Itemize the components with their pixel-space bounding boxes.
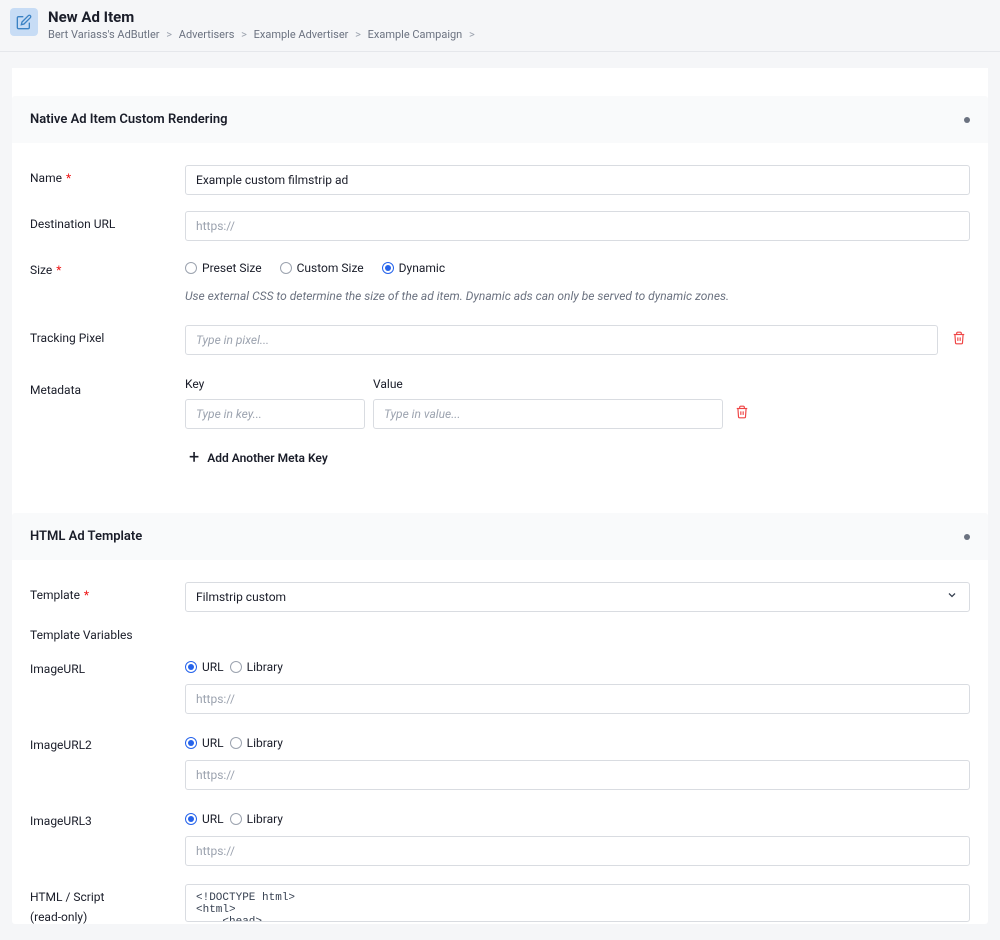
size-hint: Use external CSS to determine the size o… [185, 289, 970, 303]
edit-icon [10, 8, 38, 36]
imageurl2-url-radio[interactable]: URL [185, 736, 224, 750]
template-label: Template * [30, 582, 185, 602]
page-title: New Ad Item [48, 8, 986, 26]
imageurl2-label: ImageURL2 [30, 732, 185, 752]
section-header-template: HTML Ad Template [12, 513, 988, 560]
breadcrumb-item[interactable]: Advertisers [179, 28, 235, 41]
imageurl3-url-radio[interactable]: URL [185, 812, 224, 826]
imageurl-url-radio[interactable]: URL [185, 660, 224, 674]
imageurl2-input[interactable] [185, 760, 970, 790]
size-custom-radio[interactable]: Custom Size [280, 261, 364, 275]
section-title: HTML Ad Template [30, 529, 142, 544]
metadata-key-header: Key [185, 377, 365, 391]
page-header: New Ad Item Bert Variass's AdButler > Ad… [0, 0, 1000, 52]
imageurl-input[interactable] [185, 684, 970, 714]
imageurl-label: ImageURL [30, 656, 185, 676]
html-script-area: <!DOCTYPE html> <html> <head> [185, 884, 970, 922]
metadata-value-input[interactable] [373, 399, 723, 429]
imageurl3-label: ImageURL3 [30, 808, 185, 828]
size-preset-radio[interactable]: Preset Size [185, 261, 262, 275]
delete-metadata-button[interactable] [731, 401, 753, 427]
destination-url-label: Destination URL [30, 211, 185, 231]
html-script-label: HTML / Script (read-only) [30, 884, 185, 924]
size-dynamic-radio[interactable]: Dynamic [382, 261, 445, 275]
plus-icon: + [189, 449, 199, 467]
add-meta-key-button[interactable]: + Add Another Meta Key [185, 449, 970, 467]
metadata-key-input[interactable] [185, 399, 365, 429]
imageurl3-input[interactable] [185, 836, 970, 866]
name-input[interactable] [185, 165, 970, 195]
breadcrumb-item[interactable]: Example Campaign [368, 28, 463, 41]
breadcrumb-item[interactable]: Example Advertiser [254, 28, 349, 41]
collapse-dot-icon[interactable] [964, 534, 970, 540]
metadata-value-header: Value [373, 377, 723, 391]
template-variables-label: Template Variables [30, 628, 970, 642]
delete-pixel-button[interactable] [948, 327, 970, 353]
size-radio-group: Preset Size Custom Size Dynamic [185, 257, 970, 279]
imageurl2-library-radio[interactable]: Library [230, 736, 283, 750]
destination-url-input[interactable] [185, 211, 970, 241]
metadata-label: Metadata [30, 377, 185, 397]
template-select[interactable]: Filmstrip custom [185, 582, 970, 612]
breadcrumb: Bert Variass's AdButler > Advertisers > … [48, 28, 986, 41]
imageurl-library-radio[interactable]: Library [230, 660, 283, 674]
name-label: Name * [30, 165, 185, 185]
breadcrumb-item[interactable]: Bert Variass's AdButler [48, 28, 160, 41]
size-label: Size * [30, 257, 185, 277]
collapse-dot-icon[interactable] [964, 117, 970, 123]
section-title: Native Ad Item Custom Rendering [30, 112, 228, 127]
section-header-rendering: Native Ad Item Custom Rendering [12, 96, 988, 143]
imageurl3-library-radio[interactable]: Library [230, 812, 283, 826]
tracking-pixel-input[interactable] [185, 325, 938, 355]
tracking-pixel-label: Tracking Pixel [30, 325, 185, 345]
